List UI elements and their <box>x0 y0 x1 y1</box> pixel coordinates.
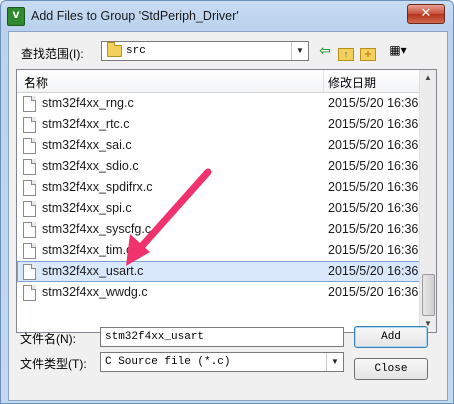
file-name-label: 文件名(N): <box>20 332 76 346</box>
file-icon <box>23 138 36 154</box>
look-in-label: 查找范围(I): <box>21 47 84 61</box>
column-header-date[interactable]: 修改日期 <box>324 70 421 92</box>
back-icon[interactable]: ⇦ <box>317 41 333 59</box>
file-row[interactable]: stm32f4xx_spi.c 2015/5/20 16:36 <box>17 198 421 219</box>
file-date: 2015/5/20 16:36 <box>328 222 419 236</box>
file-name: stm32f4xx_rng.c <box>42 96 134 110</box>
file-icon <box>23 96 36 112</box>
file-row[interactable]: stm32f4xx_tim.c 2015/5/20 16:36 <box>17 240 421 261</box>
file-icon <box>23 285 36 301</box>
file-rows: stm32f4xx_rng.c 2015/5/20 16:36 stm32f4xx_… <box>17 93 421 303</box>
file-row[interactable]: stm32f4xx_syscfg.c 2015/5/20 16:36 <box>17 219 421 240</box>
file-date: 2015/5/20 16:36 <box>328 243 419 257</box>
file-date: 2015/5/20 16:36 <box>328 285 419 299</box>
file-name: stm32f4xx_rtc.c <box>42 117 130 131</box>
file-row[interactable]: stm32f4xx_wwdg.c 2015/5/20 16:36 <box>17 282 421 303</box>
file-date: 2015/5/20 16:36 <box>328 159 419 173</box>
app-icon: V <box>7 7 25 26</box>
file-type-label: 文件类型(T): <box>20 357 87 371</box>
column-header-name[interactable]: ▲ 名称 <box>17 70 324 92</box>
file-row[interactable]: stm32f4xx_usart.c 2015/5/20 16:36 <box>17 261 421 282</box>
file-date: 2015/5/20 16:36 <box>328 138 419 152</box>
list-header: ▲ 名称 修改日期 <box>17 70 421 93</box>
vertical-scrollbar[interactable]: ▲ ▼ <box>419 70 436 332</box>
window-title: Add Files to Group 'StdPeriph_Driver' <box>31 9 239 23</box>
file-name: stm32f4xx_syscfg.c <box>42 222 152 236</box>
file-icon <box>23 180 36 196</box>
close-window-button[interactable]: ✕ <box>407 4 445 24</box>
file-name: stm32f4xx_wwdg.c <box>42 285 148 299</box>
file-icon <box>23 222 36 238</box>
file-date: 2015/5/20 16:36 <box>328 117 419 131</box>
folder-icon <box>107 42 122 57</box>
scroll-thumb[interactable] <box>422 274 435 316</box>
file-icon <box>23 243 36 259</box>
chevron-down-icon[interactable]: ▼ <box>326 353 343 371</box>
file-row[interactable]: stm32f4xx_spdifrx.c 2015/5/20 16:36 <box>17 177 421 198</box>
new-folder-icon[interactable]: ✚ <box>359 41 377 61</box>
file-date: 2015/5/20 16:36 <box>328 96 419 110</box>
file-row[interactable]: stm32f4xx_rng.c 2015/5/20 16:36 <box>17 93 421 114</box>
up-folder-icon[interactable]: ↑ <box>337 41 355 61</box>
file-icon <box>23 201 36 217</box>
file-row[interactable]: stm32f4xx_sai.c 2015/5/20 16:36 <box>17 135 421 156</box>
view-menu-icon[interactable]: ▦▾ <box>383 41 413 59</box>
file-name: stm32f4xx_spi.c <box>42 201 132 215</box>
scroll-up-icon[interactable]: ▲ <box>420 70 436 86</box>
dialog-client: 查找范围(I): src ▼ ⇦ ↑ ✚ ▦▾ ▲ 名称 修改日期 stm32f… <box>8 31 448 401</box>
add-files-dialog: V Add Files to Group 'StdPeriph_Driver' … <box>0 0 454 404</box>
file-date: 2015/5/20 16:36 <box>328 180 419 194</box>
file-name: stm32f4xx_sdio.c <box>42 159 139 173</box>
file-date: 2015/5/20 16:36 <box>328 264 419 278</box>
file-list[interactable]: ▲ 名称 修改日期 stm32f4xx_rng.c 2015/5/20 16:36… <box>16 69 437 333</box>
look-in-value: src <box>126 45 146 57</box>
file-row[interactable]: stm32f4xx_sdio.c 2015/5/20 16:36 <box>17 156 421 177</box>
file-row[interactable]: stm32f4xx_rtc.c 2015/5/20 16:36 <box>17 114 421 135</box>
file-icon <box>23 264 36 280</box>
file-icon <box>23 117 36 133</box>
close-button[interactable]: Close <box>354 358 428 380</box>
add-button[interactable]: Add <box>354 326 428 348</box>
file-name: stm32f4xx_sai.c <box>42 138 132 152</box>
chevron-down-icon[interactable]: ▼ <box>291 42 308 60</box>
look-in-combo[interactable]: src ▼ <box>101 41 309 61</box>
file-icon <box>23 159 36 175</box>
file-name-input[interactable]: stm32f4xx_usart <box>100 327 344 347</box>
file-date: 2015/5/20 16:36 <box>328 201 419 215</box>
file-name: stm32f4xx_tim.c <box>42 243 133 257</box>
file-type-value: C Source file (*.c) <box>105 356 231 368</box>
title-bar[interactable]: V Add Files to Group 'StdPeriph_Driver' … <box>1 1 453 31</box>
file-name: stm32f4xx_spdifrx.c <box>42 180 153 194</box>
file-name: stm32f4xx_usart.c <box>42 264 144 278</box>
file-type-combo[interactable]: C Source file (*.c) ▼ <box>100 352 344 372</box>
